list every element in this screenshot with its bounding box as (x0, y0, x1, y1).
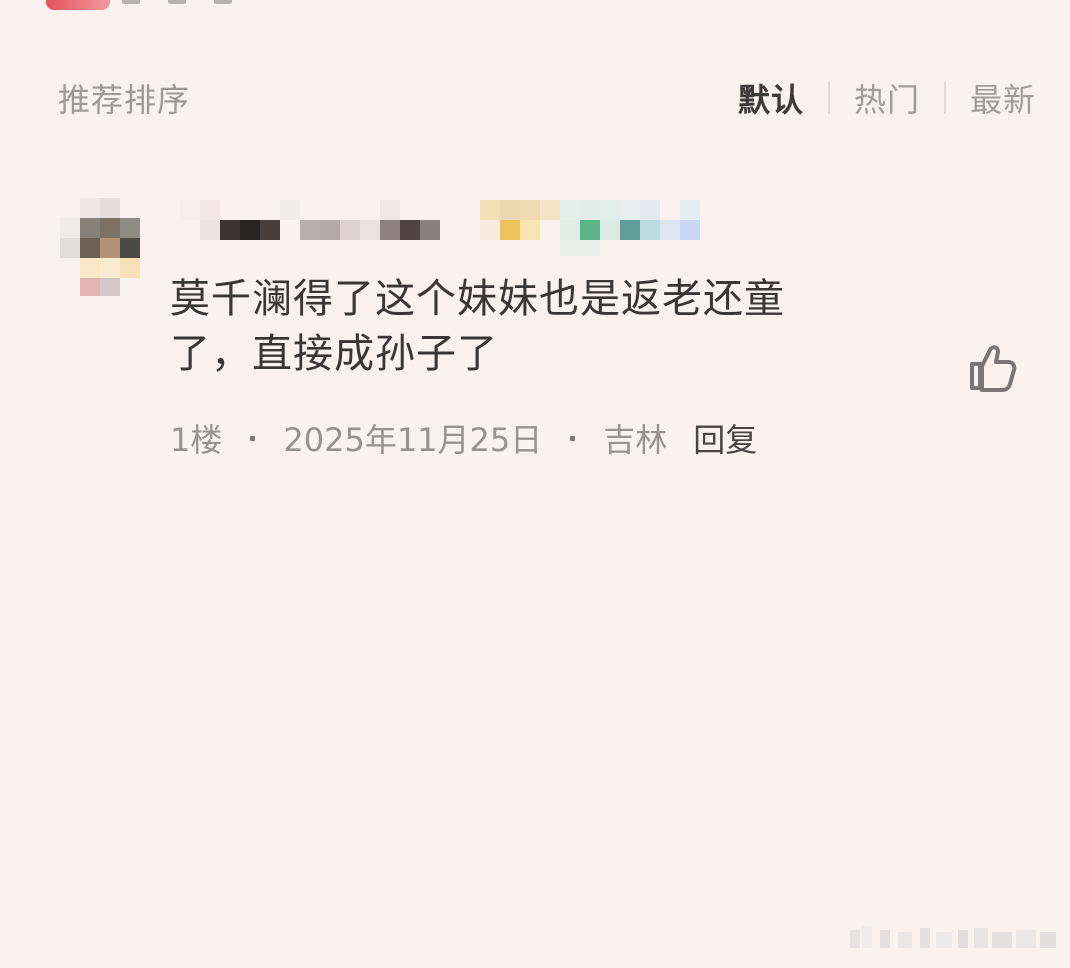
username[interactable] (180, 198, 700, 256)
sort-divider (827, 82, 830, 114)
separator-dot (250, 435, 256, 441)
watermark (850, 922, 1060, 954)
comment-date: 2025年11月25日 (283, 421, 543, 459)
separator-dot (570, 435, 576, 441)
like-button[interactable] (968, 342, 1018, 394)
comment-location: 吉林 (603, 421, 668, 459)
sort-divider (943, 82, 946, 114)
reply-button[interactable]: 回复 (693, 415, 757, 461)
comment-text-line-2: 了，直接成孙子了 (170, 331, 498, 377)
comments-page: 推荐排序 默认 热门 最新 莫千澜得了这个妹妹也是返老还童 了，直接成孙子了 1… (0, 0, 1070, 968)
floor-number: 1楼 (170, 421, 223, 459)
sort-bar: 推荐排序 默认 热门 最新 (58, 74, 1036, 122)
top-tab-text-cropped (122, 0, 322, 6)
sort-title: 推荐排序 (58, 81, 191, 119)
comment-item: 莫千澜得了这个妹妹也是返老还童 了，直接成孙子了 1楼 2025年11月25日 … (60, 198, 1040, 468)
comment-text: 莫千澜得了这个妹妹也是返老还童 了，直接成孙子了 (170, 272, 890, 382)
comment-text-line-1: 莫千澜得了这个妹妹也是返老还童 (170, 276, 785, 322)
sort-option-hot[interactable]: 热门 (854, 75, 920, 121)
thumbs-up-icon (970, 345, 1017, 392)
top-tab-indicator (46, 0, 110, 10)
comment-meta: 1楼 2025年11月25日 吉林 回复 (170, 416, 757, 460)
sort-option-latest[interactable]: 最新 (970, 75, 1036, 121)
sort-option-default[interactable]: 默认 (738, 75, 804, 121)
sort-options: 默认 热门 最新 (738, 75, 1036, 121)
avatar[interactable] (60, 198, 140, 296)
